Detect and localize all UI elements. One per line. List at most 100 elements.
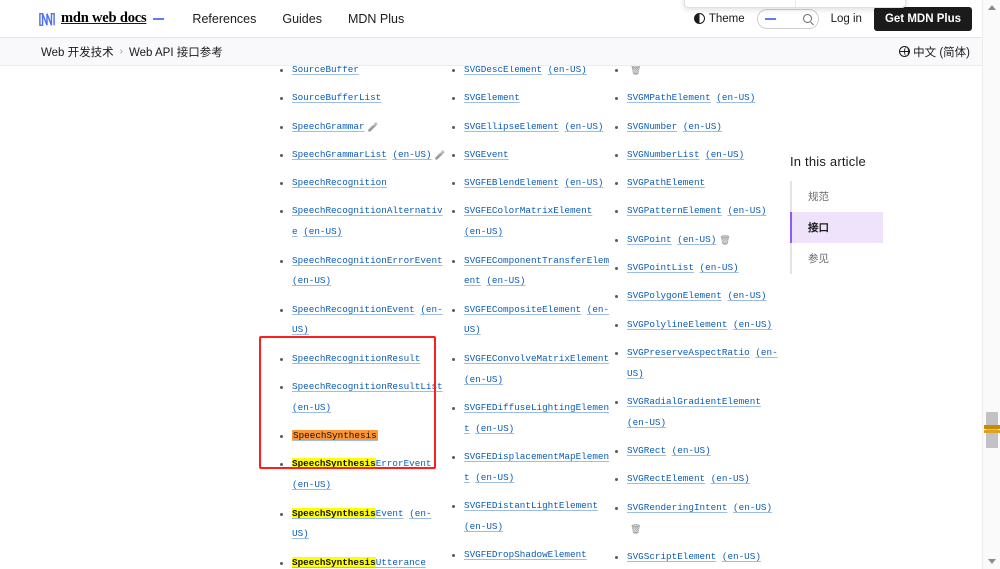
api-list-item[interactable]: SpeechSynthesisErrorEvent (en-US): [276, 454, 448, 496]
api-link[interactable]: SVGFEColorMatrixElement: [464, 205, 592, 216]
api-link[interactable]: SpeechSynthesisUtterance: [292, 556, 426, 568]
api-list-item[interactable]: SVGRenderingIntent (en-US) 🗑: [611, 498, 786, 540]
api-list-item[interactable]: SpeechGrammar 🧪: [276, 117, 448, 138]
api-link[interactable]: SVGNumberList: [627, 149, 700, 160]
api-link[interactable]: SVGNumber: [627, 121, 677, 132]
api-list-item[interactable]: SVGFEBlendElement (en-US): [448, 173, 611, 194]
api-list-item[interactable]: SourceBufferList: [276, 88, 448, 109]
api-link[interactable]: SpeechRecognitionResultList: [292, 381, 443, 392]
nav-mdn-plus[interactable]: MDN Plus: [348, 12, 404, 26]
api-list-item[interactable]: SVGScriptElement (en-US): [611, 547, 786, 568]
api-link[interactable]: SVGMPathElement: [627, 92, 711, 103]
header-popup-panel[interactable]: [684, 0, 906, 8]
api-link[interactable]: SVGScriptElement: [627, 551, 716, 562]
en-us-suffix-link[interactable]: (en-US): [292, 479, 331, 490]
api-list-item[interactable]: SVGRadialGradientElement (en-US): [611, 392, 786, 434]
nav-references[interactable]: References: [192, 12, 256, 26]
api-list-item[interactable]: SpeechRecognitionEvent (en-US): [276, 300, 448, 342]
api-list-item[interactable]: SVGFEColorMatrixElement (en-US): [448, 201, 611, 243]
api-link[interactable]: SpeechSynthesis: [292, 430, 378, 442]
api-list-item[interactable]: SVGNumberList (en-US): [611, 145, 786, 166]
api-link[interactable]: SourceBufferList: [292, 92, 381, 103]
mdn-logo[interactable]: mdn web docs: [38, 10, 165, 27]
nav-guides[interactable]: Guides: [282, 12, 322, 26]
en-us-suffix-link[interactable]: (en-US): [722, 551, 761, 562]
api-link[interactable]: SVGFEBlendElement: [464, 177, 559, 188]
api-link[interactable]: SVGEvent: [464, 149, 509, 160]
api-link[interactable]: SVGRectElement: [627, 473, 705, 484]
en-us-suffix-link[interactable]: (en-US): [716, 92, 755, 103]
api-link[interactable]: SVGFEConvolveMatrixElement: [464, 353, 609, 364]
api-list-item[interactable]: SpeechSynthesis: [276, 426, 448, 447]
login-link[interactable]: Log in: [831, 13, 862, 25]
api-list-item[interactable]: SpeechRecognitionErrorEvent (en-US): [276, 251, 448, 293]
en-us-suffix-link[interactable]: (en-US): [672, 445, 711, 456]
api-link[interactable]: SpeechSynthesisEvent: [292, 507, 404, 519]
api-link[interactable]: SVGRenderingIntent: [627, 502, 727, 513]
api-list-item[interactable]: SVGRectElement (en-US): [611, 469, 786, 490]
breadcrumb-item-web-tech[interactable]: Web 开发技术: [41, 44, 114, 60]
en-us-suffix-link[interactable]: (en-US): [548, 66, 587, 75]
api-link[interactable]: SVGFEDropShadowElement: [464, 549, 587, 560]
api-link[interactable]: SVGRadialGradientElement: [627, 396, 761, 407]
api-link[interactable]: SVGElement: [464, 92, 520, 103]
api-list-item[interactable]: SVGDescElement (en-US): [448, 66, 611, 81]
api-link[interactable]: SpeechSynthesisErrorEvent: [292, 458, 431, 470]
en-us-suffix-link[interactable]: (en-US): [464, 226, 503, 237]
api-list-item[interactable]: SVGFEDiffuseLightingElement (en-US): [448, 398, 611, 440]
api-list-item[interactable]: SVGPatternElement (en-US): [611, 201, 786, 222]
api-list-item[interactable]: SVGPolylineElement (en-US): [611, 315, 786, 336]
api-list-item[interactable]: SVGPreserveAspectRatio (en-US): [611, 343, 786, 385]
api-list-item[interactable]: SVGRect (en-US): [611, 441, 786, 462]
language-switcher[interactable]: 中文 (简体): [899, 44, 970, 60]
en-us-suffix-link[interactable]: (en-US): [683, 121, 722, 132]
api-link[interactable]: SVGPatternElement: [627, 205, 722, 216]
en-us-suffix-link[interactable]: (en-US): [700, 262, 739, 273]
api-link[interactable]: SVGFECompositeElement: [464, 304, 581, 315]
en-us-suffix-link[interactable]: (en-US): [292, 402, 331, 413]
toc-item[interactable]: 规范: [790, 181, 950, 212]
api-list-item[interactable]: SVGEvent: [448, 145, 611, 166]
api-list-item[interactable]: SourceBuffer: [276, 66, 448, 81]
api-link[interactable]: SVGPointList: [627, 262, 694, 273]
en-us-suffix-link[interactable]: (en-US): [564, 177, 603, 188]
en-us-suffix-link[interactable]: (en-US): [564, 121, 603, 132]
en-us-suffix-link[interactable]: (en-US): [727, 205, 766, 216]
api-list-item[interactable]: SVGPoint (en-US) 🗑: [611, 230, 786, 251]
api-list-item[interactable]: SpeechGrammarList (en-US) 🧪: [276, 145, 448, 166]
api-list-item[interactable]: SVGPointList (en-US): [611, 258, 786, 279]
api-list-item[interactable]: SVGFECompositeElement (en-US): [448, 300, 611, 342]
en-us-suffix-link[interactable]: (en-US): [464, 374, 503, 385]
get-mdn-plus-button[interactable]: Get MDN Plus: [873, 6, 972, 31]
api-list-item[interactable]: SVGPathElement: [611, 173, 786, 194]
api-list-item[interactable]: SVGMPathElement (en-US): [611, 88, 786, 109]
en-us-suffix-link[interactable]: (en-US): [627, 417, 666, 428]
api-list-item[interactable]: SVGFEDropShadowElement (en-US): [448, 545, 611, 569]
en-us-suffix-link[interactable]: (en-US): [392, 149, 431, 160]
en-us-suffix-link[interactable]: (en-US): [711, 473, 750, 484]
en-us-suffix-link[interactable]: (en-US): [733, 502, 772, 513]
api-link[interactable]: SpeechRecognitionEvent: [292, 304, 415, 315]
page-scrollbar[interactable]: [982, 0, 1000, 569]
api-link[interactable]: SVGPreserveAspectRatio: [627, 347, 750, 358]
api-link[interactable]: SVGRect: [627, 445, 666, 456]
api-list-item[interactable]: SpeechRecognitionResultList (en-US): [276, 377, 448, 419]
en-us-suffix-link[interactable]: (en-US): [486, 275, 525, 286]
api-list-item[interactable]: SpeechRecognition: [276, 173, 448, 194]
scrollbar-down-button[interactable]: [983, 554, 1000, 569]
en-us-suffix-link[interactable]: (en-US): [677, 234, 716, 245]
api-link[interactable]: SVGDescElement: [464, 66, 542, 75]
theme-switcher-button[interactable]: Theme: [693, 13, 745, 25]
en-us-suffix-link[interactable]: (en-US): [727, 290, 766, 301]
api-list-item[interactable]: 🗑: [611, 66, 786, 81]
scrollbar-up-button[interactable]: [983, 0, 1000, 15]
en-us-suffix-link[interactable]: (en-US): [705, 149, 744, 160]
api-list-item[interactable]: SVGFEConvolveMatrixElement (en-US): [448, 349, 611, 391]
api-link[interactable]: SVGPathElement: [627, 177, 705, 188]
api-list-item[interactable]: SpeechRecognitionResult: [276, 349, 448, 370]
api-link[interactable]: SVGFEDistantLightElement: [464, 500, 598, 511]
toc-item[interactable]: 参见: [790, 243, 950, 274]
api-list-item[interactable]: SVGElement: [448, 88, 611, 109]
api-link[interactable]: SpeechRecognition: [292, 177, 387, 188]
api-link[interactable]: SVGPoint: [627, 234, 672, 245]
